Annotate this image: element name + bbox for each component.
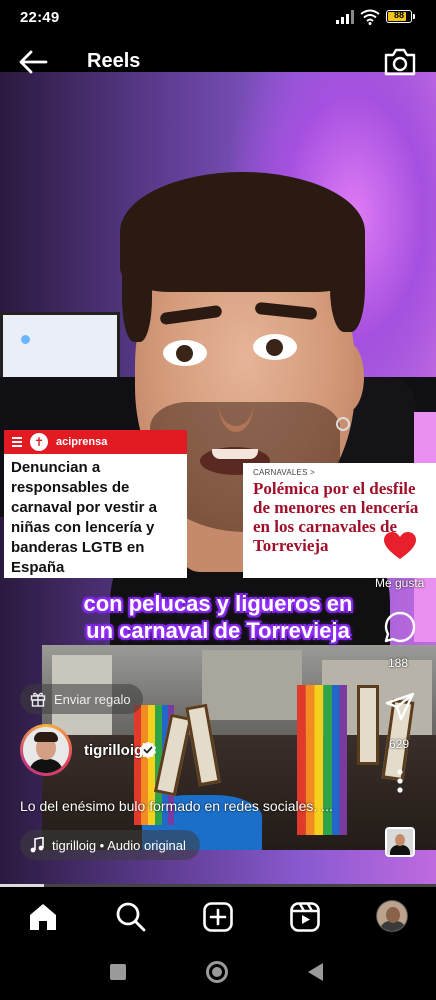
- news-headline-left: Denuncian a responsables de carnaval por…: [11, 459, 157, 576]
- share-count: 629: [389, 737, 410, 751]
- send-gift-button[interactable]: Enviar regalo: [20, 684, 143, 714]
- create-post-icon[interactable]: [202, 901, 234, 933]
- comment-icon[interactable]: [383, 610, 417, 644]
- back-button[interactable]: [308, 963, 323, 981]
- overlay-line-2: un carnaval de Torrevieja: [86, 618, 350, 643]
- author-username[interactable]: tigrilloig: [84, 742, 143, 759]
- audio-thumbnail[interactable]: [385, 827, 415, 857]
- aciprensa-logo-icon: ✝: [30, 433, 48, 451]
- page-title: Reels: [87, 50, 141, 72]
- signal-icon: [336, 10, 354, 24]
- search-icon[interactable]: [115, 901, 147, 933]
- news-kicker: CARNAVALES >: [253, 468, 315, 477]
- wifi-icon: [360, 9, 380, 25]
- bottom-navigation: [0, 887, 436, 947]
- arrow-left-icon[interactable]: [18, 48, 50, 76]
- home-icon[interactable]: [27, 901, 59, 933]
- news-card-aciprensa: ✝ aciprensa Denuncian a responsables de …: [4, 430, 187, 578]
- verified-badge-icon: [140, 741, 156, 759]
- audio-button[interactable]: tigrilloig • Audio original: [20, 830, 200, 860]
- status-bar: 22:49 88: [0, 0, 436, 36]
- reels-header: Reels: [0, 36, 436, 86]
- news-card-right: CARNAVALES > Polémica por el desfile de …: [243, 463, 436, 578]
- music-note-icon: [30, 837, 44, 853]
- comment-count: 188: [388, 656, 409, 670]
- profile-avatar[interactable]: [376, 900, 408, 932]
- battery-icon: 88: [386, 10, 415, 23]
- like-label: Me gusta: [375, 576, 425, 590]
- more-icon[interactable]: [396, 768, 404, 794]
- status-time: 22:49: [20, 9, 60, 26]
- android-navigation-bar: [0, 947, 436, 1000]
- reels-icon[interactable]: [289, 901, 321, 933]
- video-caption-overlay: con pelucas y ligueros en un carnaval de…: [0, 590, 436, 644]
- recents-button[interactable]: [110, 964, 126, 980]
- background-monitor: [0, 312, 120, 384]
- hamburger-icon: [12, 437, 22, 447]
- audio-label: tigrilloig • Audio original: [52, 837, 186, 853]
- battery-percent: 88: [393, 10, 404, 20]
- news-brand: aciprensa: [56, 436, 108, 448]
- author-avatar[interactable]: [20, 724, 72, 776]
- home-button[interactable]: [206, 961, 228, 983]
- gift-label: Enviar regalo: [54, 691, 131, 707]
- gift-icon: [30, 692, 46, 707]
- heart-icon[interactable]: [384, 532, 416, 560]
- reel-description[interactable]: Lo del enésimo bulo formado en redes soc…: [20, 798, 333, 814]
- overlay-line-1: con pelucas y ligueros en: [83, 591, 353, 616]
- camera-icon[interactable]: [383, 47, 417, 77]
- send-icon[interactable]: [385, 692, 415, 722]
